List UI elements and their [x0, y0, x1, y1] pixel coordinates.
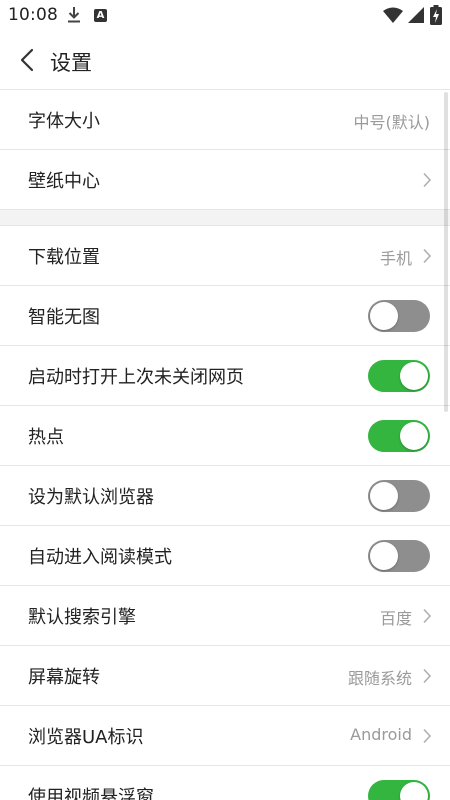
- setting-label: 使用视频悬浮窗: [28, 787, 154, 800]
- setting-label: 壁纸中心: [28, 171, 100, 192]
- status-time: 10:08: [8, 5, 58, 25]
- app-a-icon: A: [94, 9, 107, 22]
- setting-label: 启动时打开上次未关闭网页: [28, 367, 244, 388]
- setting-label: 默认搜索引擎: [28, 607, 136, 628]
- setting-screen-rotation[interactable]: 屏幕旋转 跟随系统: [0, 646, 450, 706]
- toggle-switch[interactable]: [368, 480, 430, 512]
- toggle-knob: [400, 422, 428, 450]
- status-bar: 10:08 A: [0, 0, 450, 32]
- toggle-knob: [370, 542, 398, 570]
- toggle-switch[interactable]: [368, 420, 430, 452]
- download-icon: [68, 7, 80, 23]
- setting-value: Android: [350, 725, 412, 744]
- setting-value: 跟随系统: [347, 669, 412, 688]
- page-title: 设置: [50, 51, 92, 75]
- setting-reading-mode: 自动进入阅读模式: [0, 526, 450, 586]
- setting-wallpaper[interactable]: 壁纸中心: [0, 150, 450, 210]
- setting-default-browser: 设为默认浏览器: [0, 466, 450, 526]
- toggle-knob: [400, 362, 428, 390]
- toggle-switch[interactable]: [368, 780, 430, 800]
- setting-smart-no-image: 智能无图: [0, 286, 450, 346]
- app-a-letter: A: [96, 10, 105, 21]
- toggle-knob: [370, 482, 398, 510]
- toggle-switch[interactable]: [368, 540, 430, 572]
- setting-label: 屏幕旋转: [28, 667, 100, 688]
- setting-label: 自动进入阅读模式: [28, 547, 172, 568]
- setting-label: 下载位置: [28, 247, 100, 268]
- setting-label: 热点: [28, 427, 64, 448]
- setting-value: 手机: [379, 249, 412, 268]
- toggle-switch[interactable]: [368, 300, 430, 332]
- chevron-right-icon: [423, 248, 432, 264]
- wifi-icon: [383, 7, 403, 23]
- setting-label: 设为默认浏览器: [28, 487, 154, 508]
- setting-restore-pages: 启动时打开上次未关闭网页: [0, 346, 450, 406]
- toggle-knob: [400, 782, 428, 800]
- chevron-right-icon: [423, 608, 432, 624]
- setting-video-float: 使用视频悬浮窗: [0, 766, 450, 800]
- setting-label: 智能无图: [28, 307, 100, 328]
- back-button[interactable]: [12, 44, 44, 76]
- setting-search-engine[interactable]: 默认搜索引擎 百度: [0, 586, 450, 646]
- battery-charging-icon: [430, 5, 442, 25]
- section-divider: [0, 210, 450, 226]
- setting-value: 中号(默认): [353, 113, 431, 132]
- setting-label: 浏览器UA标识: [28, 727, 144, 748]
- chevron-right-icon: [423, 668, 432, 684]
- setting-label: 字体大小: [28, 111, 100, 132]
- toggle-knob: [370, 302, 398, 330]
- setting-value: 百度: [379, 609, 412, 628]
- setting-download-location[interactable]: 下载位置 手机: [0, 226, 450, 286]
- setting-font-size[interactable]: 字体大小 中号(默认): [0, 90, 450, 150]
- chevron-right-icon: [423, 728, 432, 744]
- app-header: 设置: [0, 32, 450, 90]
- setting-hotspot: 热点: [0, 406, 450, 466]
- back-arrow-icon: [20, 48, 34, 72]
- signal-icon: [408, 7, 424, 23]
- settings-list: 字体大小 中号(默认) 壁纸中心 下载位置 手机 智能无图 启动时打开上次未关闭…: [0, 90, 450, 800]
- setting-ua[interactable]: 浏览器UA标识 Android: [0, 706, 450, 766]
- scrollbar[interactable]: [444, 92, 448, 412]
- toggle-switch[interactable]: [368, 360, 430, 392]
- chevron-right-icon: [423, 172, 432, 188]
